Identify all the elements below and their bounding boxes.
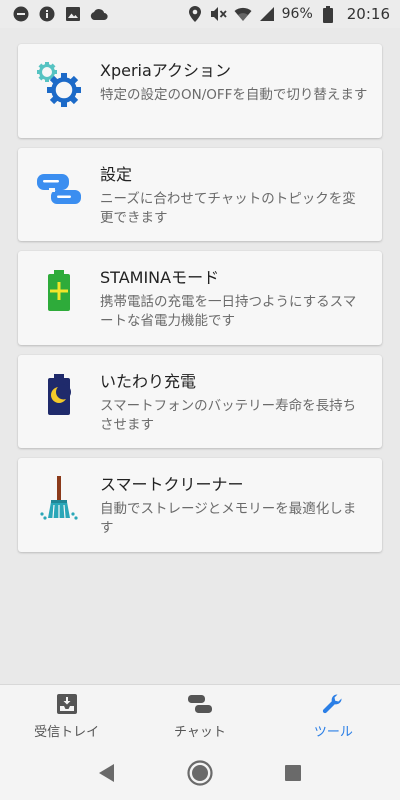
chat-bubbles-icon — [34, 162, 84, 218]
card-text: Xperiaアクション 特定の設定のON/OFFを自動で切り替えます — [100, 58, 368, 126]
image-icon — [64, 5, 82, 23]
tools-content: Xperiaアクション 特定の設定のON/OFFを自動で切り替えます 設定 ニー… — [0, 28, 400, 684]
moon-battery-icon — [34, 369, 84, 425]
nav-label: ツール — [313, 725, 353, 740]
broom-icon — [34, 472, 84, 528]
status-right: 96% 20:16 — [186, 5, 390, 23]
wrench-icon — [321, 691, 345, 717]
back-button[interactable] — [92, 758, 122, 788]
tab-chat[interactable]: チャット — [133, 685, 266, 746]
card-title: STAMINAモード — [100, 268, 220, 287]
status-time: 20:16 — [346, 5, 390, 23]
card-xperia-actions[interactable]: Xperiaアクション 特定の設定のON/OFFを自動で切り替えます — [18, 44, 382, 138]
card-battery-care[interactable]: いたわり充電 スマートフォンのバッテリー寿命を長持ちさせます — [18, 355, 382, 448]
recents-button[interactable] — [278, 758, 308, 788]
nav-label: 受信トレイ — [34, 725, 100, 740]
stamina-battery-icon — [34, 265, 84, 321]
battery-percent: 96% — [281, 6, 313, 22]
card-description: 自動でストレージとメモリーを最適化します — [100, 501, 357, 536]
chat-icon — [187, 691, 213, 717]
card-text: STAMINAモード 携帯電話の充電を一日持つようにするスマートな省電力機能です — [100, 265, 368, 333]
card-text: スマートクリーナー 自動でストレージとメモリーを最適化します — [100, 472, 368, 540]
mute-icon — [210, 5, 228, 23]
card-description: ニーズに合わせてチャットのトピックを変更できます — [100, 191, 356, 226]
card-settings[interactable]: 設定 ニーズに合わせてチャットのトピックを変更できます — [18, 148, 382, 241]
card-title: 設定 — [100, 165, 133, 184]
card-description: スマートフォンのバッテリー寿命を長持ちさせます — [100, 398, 357, 433]
bottom-nav: 受信トレイ チャット ツール — [0, 684, 400, 746]
status-bar: 96% 20:16 — [0, 0, 400, 28]
card-title: スマートクリーナー — [100, 475, 244, 494]
system-nav-bar — [0, 746, 400, 800]
tab-inbox[interactable]: 受信トレイ — [0, 685, 133, 746]
card-smart-cleaner[interactable]: スマートクリーナー 自動でストレージとメモリーを最適化します — [18, 458, 382, 552]
card-title: いたわり充電 — [100, 372, 197, 391]
back-triangle-icon — [98, 764, 114, 782]
card-text: いたわり充電 スマートフォンのバッテリー寿命を長持ちさせます — [100, 369, 368, 436]
card-title: Xperiaアクション — [100, 61, 231, 80]
card-stamina-mode[interactable]: STAMINAモード 携帯電話の充電を一日持つようにするスマートな省電力機能です — [18, 251, 382, 345]
home-button[interactable] — [185, 758, 215, 788]
battery-icon — [319, 5, 337, 23]
inbox-icon — [56, 691, 78, 717]
recents-square-icon — [285, 765, 302, 781]
do-not-disturb-icon — [12, 5, 30, 23]
status-left — [12, 5, 108, 23]
home-circle-icon — [187, 760, 213, 786]
signal-icon — [258, 5, 276, 23]
info-icon — [38, 5, 56, 23]
wifi-icon — [234, 5, 252, 23]
gears-icon — [34, 58, 84, 114]
cloud-icon — [90, 5, 108, 23]
card-description: 携帯電話の充電を一日持つようにするスマートな省電力機能です — [100, 294, 357, 329]
nav-label: チャット — [174, 725, 226, 740]
card-text: 設定 ニーズに合わせてチャットのトピックを変更できます — [100, 162, 368, 229]
card-description: 特定の設定のON/OFFを自動で切り替えます — [100, 87, 368, 103]
location-icon — [186, 5, 204, 23]
tab-tools[interactable]: ツール — [267, 685, 400, 746]
